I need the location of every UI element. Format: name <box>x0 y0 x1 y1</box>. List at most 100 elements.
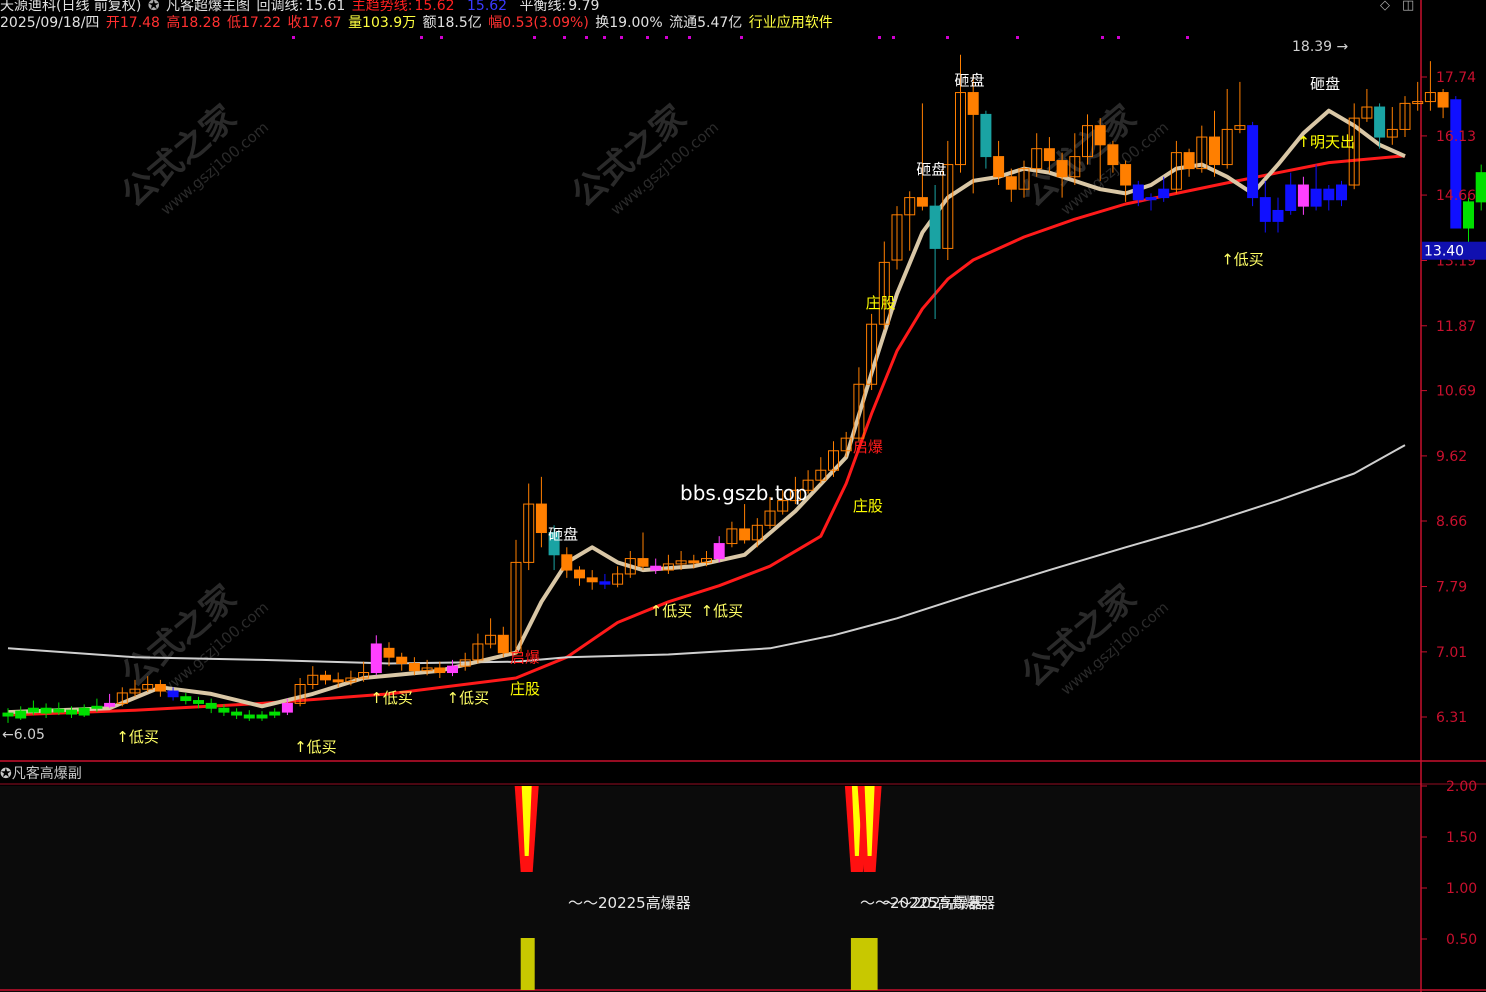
dot-marker <box>878 36 881 39</box>
candle-body <box>1285 184 1297 211</box>
candle-body <box>1450 99 1462 229</box>
candle-body <box>370 643 382 674</box>
signal-label: 砸盘 <box>955 71 985 89</box>
dot-marker <box>892 36 895 39</box>
candle-body <box>396 656 408 664</box>
candle-body <box>1247 125 1259 199</box>
signal-label: ↑低买 <box>370 689 413 707</box>
dot-marker <box>665 36 668 39</box>
candle-body <box>281 702 293 713</box>
candle-body <box>193 700 204 704</box>
candle-body <box>1094 125 1106 146</box>
signal-label: 启爆 <box>510 648 540 666</box>
candle-body <box>1272 209 1284 222</box>
dot-marker <box>292 36 295 39</box>
candle-body <box>256 714 268 719</box>
candle-body <box>650 565 662 571</box>
stock-chart-window: { "header": { "stock_name": "天源迪科(日线 前复权… <box>0 0 1486 992</box>
axis-tick-label: 6.31 <box>1436 710 1467 726</box>
signal-label: 庄股 <box>866 294 896 312</box>
signal-label: ↑低买 <box>650 602 693 620</box>
dot-marker <box>420 36 423 39</box>
candle-body <box>1145 197 1157 201</box>
axis-tick-label: 11.87 <box>1436 319 1476 335</box>
signal-label: ↑低买 <box>447 689 490 707</box>
candle-body <box>688 560 700 564</box>
candle-body <box>180 696 192 702</box>
candle-body <box>1437 92 1449 108</box>
candle-body <box>1132 184 1144 201</box>
candle-body <box>15 710 27 719</box>
signal-label: 庄股 <box>853 497 883 515</box>
dot-marker <box>1117 36 1120 39</box>
candle-body <box>637 558 649 567</box>
axis-tick-label: 7.79 <box>1436 580 1467 596</box>
signal-label: 庄股 <box>510 680 540 698</box>
dot-marker <box>1186 36 1189 39</box>
signal-label: ↑低买 <box>116 728 159 746</box>
candle-body <box>27 707 39 713</box>
axis-tick-label: 7.01 <box>1436 645 1467 661</box>
candle-body <box>1297 184 1309 207</box>
candle-body <box>1310 188 1322 207</box>
candle-body <box>1158 188 1170 199</box>
candle-body <box>154 684 166 692</box>
sub-axis-tick-label: 1.00 <box>1446 881 1477 897</box>
dot-marker <box>946 36 949 39</box>
dot-marker <box>440 36 443 39</box>
candle-body <box>243 714 255 719</box>
candle-body <box>1043 148 1055 162</box>
sub-panel-title[interactable]: ✪凡客高爆副 <box>0 763 82 783</box>
low-marker: ←6.05 <box>2 727 45 743</box>
candle-body <box>332 679 344 683</box>
candle-body <box>320 674 331 681</box>
candle-body <box>497 634 509 654</box>
signal-label: ↑低买 <box>1221 251 1264 269</box>
candle-body <box>91 705 103 709</box>
candle-body <box>1120 164 1132 186</box>
axis-tick-label: 17.74 <box>1436 70 1476 86</box>
candle-body <box>561 554 573 571</box>
candle-body <box>205 702 217 709</box>
candle-body <box>1374 106 1386 138</box>
dot-marker <box>603 36 606 39</box>
candle-body <box>586 577 598 583</box>
candle-body <box>269 711 281 716</box>
candle-body <box>231 711 243 716</box>
candle-body <box>40 707 52 714</box>
dot-marker <box>646 36 649 39</box>
candle-body <box>993 156 1005 178</box>
signal-label: 砸盘 <box>916 161 946 179</box>
candle-body <box>980 113 992 158</box>
candle-body <box>383 647 395 658</box>
candle-body <box>66 709 77 715</box>
sub-plot-area <box>0 786 1420 992</box>
sub-bar-base <box>850 938 865 990</box>
candle-body <box>104 702 116 707</box>
candle-body <box>967 92 979 115</box>
candle-body <box>739 528 751 541</box>
sub-bar-base <box>520 938 535 990</box>
dot-marker <box>688 36 691 39</box>
candle-body <box>1209 136 1220 166</box>
candle-body <box>929 205 941 249</box>
sub-panel-name: 凡客高爆副 <box>11 766 82 782</box>
candle-body <box>408 662 420 672</box>
candle-body <box>1005 176 1017 190</box>
candle-body <box>916 197 928 207</box>
chart-canvas[interactable]: 公式之家www.gszj100.com 公式之家www.gszj100.com 公式… <box>0 0 1486 992</box>
signal-label: 砸盘 <box>548 525 578 543</box>
candle-body <box>218 707 230 713</box>
signal-label: 启爆 <box>853 438 883 456</box>
signal-label: ↑低买 <box>701 602 744 620</box>
circle-check-icon[interactable]: ✪ <box>0 766 12 782</box>
axis-tick-label: 9.62 <box>1436 449 1467 465</box>
dot-marker <box>585 36 588 39</box>
candle-body <box>1336 184 1347 201</box>
signal-label: ↑明天出 <box>1297 133 1355 151</box>
sub-label: ～～20225高爆器 <box>568 894 691 912</box>
candle-body <box>53 708 65 713</box>
candle-body <box>1056 160 1068 178</box>
candle-body <box>434 667 446 674</box>
axis-tick-label: 14.66 <box>1436 188 1476 204</box>
